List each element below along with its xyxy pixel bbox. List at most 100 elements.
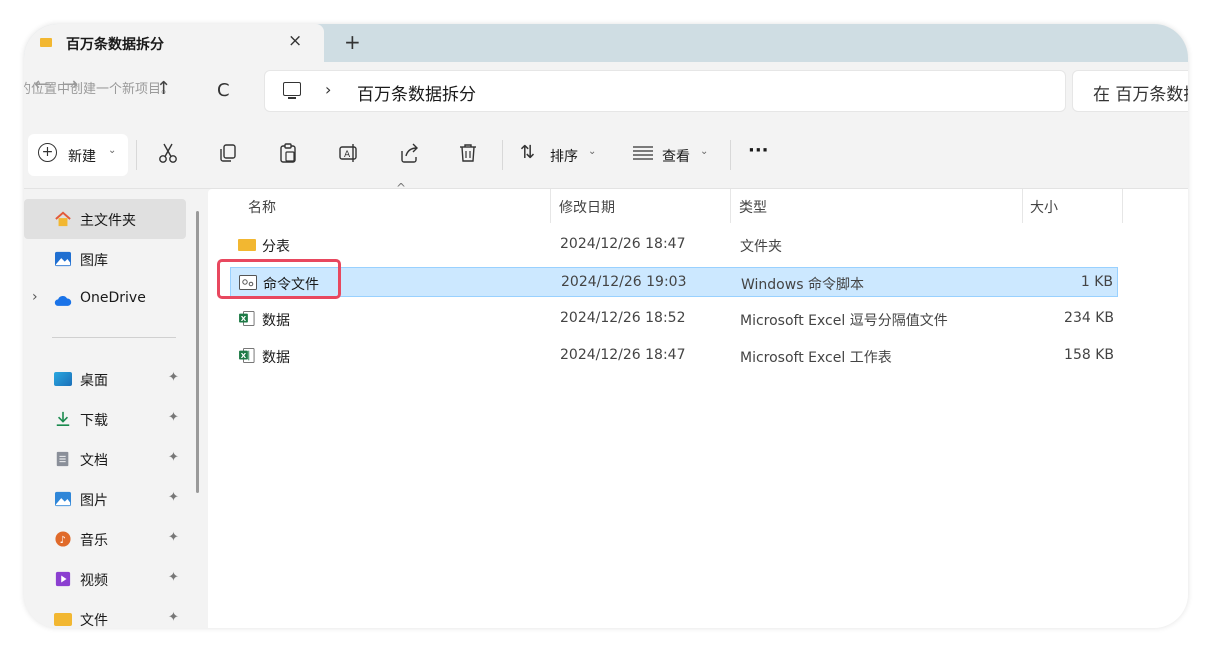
- pin-icon[interactable]: ✦: [168, 370, 179, 385]
- file-size: 234 KB: [1064, 310, 1114, 326]
- table-row[interactable]: 命令文件 2024/12/26 19:03 Windows 命令脚本 1 KB: [230, 267, 1118, 297]
- navigation-pane: 主文件夹 图库 › OneDrive 桌面 ✦ 下载 ✦ 文档 ✦ 图片 ✦ ♪…: [24, 189, 202, 628]
- forward-button[interactable]: →: [63, 74, 92, 95]
- pictures-icon: [55, 491, 71, 507]
- sidebar-scrollbar[interactable]: [196, 211, 199, 493]
- pin-icon[interactable]: ✦: [168, 410, 179, 425]
- sidebar-item-videos[interactable]: 视频 ✦: [24, 559, 186, 599]
- pin-icon[interactable]: ✦: [168, 490, 179, 505]
- view-icon: [633, 146, 653, 160]
- command-bar: + 新建 ⌄ A ⇅ 排序 ⌄ 查看 ⌄ ···: [24, 122, 1188, 189]
- file-date: 2024/12/26 19:03: [561, 274, 687, 290]
- sidebar-item-label: 文件: [80, 613, 108, 628]
- table-row[interactable]: X 数据 2024/12/26 18:52 Microsoft Excel 逗号…: [230, 304, 1118, 334]
- sidebar-item-gallery[interactable]: 图库: [24, 239, 186, 279]
- column-divider[interactable]: [730, 189, 731, 223]
- video-icon: [55, 571, 71, 587]
- table-row[interactable]: 分表 2024/12/26 18:47 文件夹: [230, 230, 1118, 260]
- svg-text:X: X: [241, 314, 247, 323]
- column-header-name[interactable]: 名称: [248, 197, 276, 217]
- paste-icon[interactable]: [278, 142, 298, 164]
- folder-icon: [40, 38, 52, 47]
- file-date: 2024/12/26 18:47: [560, 347, 686, 363]
- music-icon: ♪: [55, 531, 71, 547]
- tab-current[interactable]: 百万条数据拆分 ×: [24, 24, 324, 62]
- file-list: ^ 名称 修改日期 类型 大小 分表 2024/12/26 18:47 文件夹 …: [208, 181, 1188, 628]
- column-divider[interactable]: [1122, 189, 1123, 223]
- file-date: 2024/12/26 18:52: [560, 310, 686, 326]
- cloud-icon: [54, 295, 72, 306]
- svg-text:♪: ♪: [59, 535, 65, 546]
- file-type: Microsoft Excel 工作表: [740, 350, 892, 366]
- sidebar-item-pictures[interactable]: 图片 ✦: [24, 479, 186, 519]
- file-name[interactable]: 数据: [262, 310, 290, 330]
- file-size: 158 KB: [1064, 347, 1114, 363]
- rename-icon[interactable]: A: [338, 142, 360, 164]
- column-divider[interactable]: [1022, 189, 1023, 223]
- sidebar-item-downloads[interactable]: 下载 ✦: [24, 399, 186, 439]
- sidebar-item-home[interactable]: 主文件夹: [24, 199, 186, 239]
- sidebar-item-desktop[interactable]: 桌面 ✦: [24, 359, 186, 399]
- copy-icon[interactable]: [218, 142, 238, 164]
- pin-icon[interactable]: ✦: [168, 610, 179, 625]
- sidebar-item-label: 文档: [80, 453, 108, 469]
- address-bar[interactable]: › 百万条数据拆分: [264, 70, 1066, 112]
- up-button[interactable]: ↑: [156, 78, 171, 99]
- more-options-button[interactable]: ···: [748, 140, 769, 161]
- sidebar-item-label: 图片: [80, 493, 108, 509]
- delete-icon[interactable]: [458, 142, 478, 164]
- search-box[interactable]: 在 百万条数据: [1072, 70, 1188, 112]
- gallery-icon: [55, 251, 71, 267]
- chevron-down-icon: ⌄: [588, 146, 597, 157]
- plus-icon: +: [38, 143, 57, 162]
- file-name[interactable]: 分表: [262, 236, 290, 256]
- refresh-button[interactable]: C: [217, 80, 230, 101]
- sidebar-item-label: 主文件夹: [80, 213, 136, 229]
- sidebar-item-label: 图库: [80, 253, 108, 269]
- pin-icon[interactable]: ✦: [168, 530, 179, 545]
- home-icon: [55, 211, 71, 227]
- search-input[interactable]: 在 百万条数据: [1093, 80, 1188, 105]
- sidebar-item-files[interactable]: 文件 ✦: [24, 599, 186, 628]
- new-label: 新建: [68, 149, 96, 165]
- annotation-highlight-box: [217, 259, 341, 299]
- sidebar-item-music[interactable]: ♪ 音乐 ✦: [24, 519, 186, 559]
- sidebar-item-onedrive[interactable]: › OneDrive: [24, 279, 186, 319]
- tab-close-button[interactable]: ×: [288, 31, 302, 51]
- breadcrumb-current[interactable]: 百万条数据拆分: [357, 80, 476, 105]
- excel-icon: X: [239, 348, 255, 363]
- back-button[interactable]: ←: [34, 74, 63, 95]
- sort-button[interactable]: 排序: [550, 146, 578, 166]
- svg-text:X: X: [241, 351, 247, 360]
- computer-icon: [283, 82, 301, 99]
- pin-icon[interactable]: ✦: [168, 450, 179, 465]
- file-explorer-window: 百万条数据拆分 × + 的位置中创建一个新项目。 ←→ ↑ C › 百万条数据拆…: [24, 24, 1188, 628]
- sort-icon: ⇅: [520, 142, 536, 163]
- sidebar-divider: [52, 337, 176, 338]
- sidebar-item-label: 下载: [80, 413, 108, 429]
- column-header-size[interactable]: 大小: [1030, 197, 1058, 217]
- sort-ascending-icon: ^: [396, 181, 407, 195]
- file-type: Microsoft Excel 逗号分隔值文件: [740, 313, 948, 329]
- excel-csv-icon: X: [239, 311, 255, 326]
- file-type: Windows 命令脚本: [741, 277, 864, 293]
- chevron-right-icon[interactable]: ›: [32, 289, 38, 305]
- cut-icon[interactable]: [158, 142, 178, 164]
- pin-icon[interactable]: ✦: [168, 570, 179, 585]
- view-button[interactable]: 查看: [662, 146, 690, 166]
- file-size: 1 KB: [1080, 274, 1113, 290]
- column-header-type[interactable]: 类型: [739, 197, 767, 217]
- new-button[interactable]: + 新建 ⌄: [28, 134, 128, 176]
- column-divider[interactable]: [550, 189, 551, 223]
- table-row[interactable]: X 数据 2024/12/26 18:47 Microsoft Excel 工作…: [230, 341, 1118, 371]
- download-icon: [56, 411, 70, 427]
- column-header-date[interactable]: 修改日期: [559, 197, 615, 217]
- toolbar-divider: [136, 140, 137, 170]
- file-name[interactable]: 数据: [262, 347, 290, 367]
- new-tab-button[interactable]: +: [344, 30, 361, 54]
- toolbar-divider: [502, 140, 503, 170]
- share-icon[interactable]: [398, 142, 420, 164]
- tab-title: 百万条数据拆分: [66, 37, 164, 53]
- sidebar-item-documents[interactable]: 文档 ✦: [24, 439, 186, 479]
- svg-text:A: A: [344, 150, 351, 160]
